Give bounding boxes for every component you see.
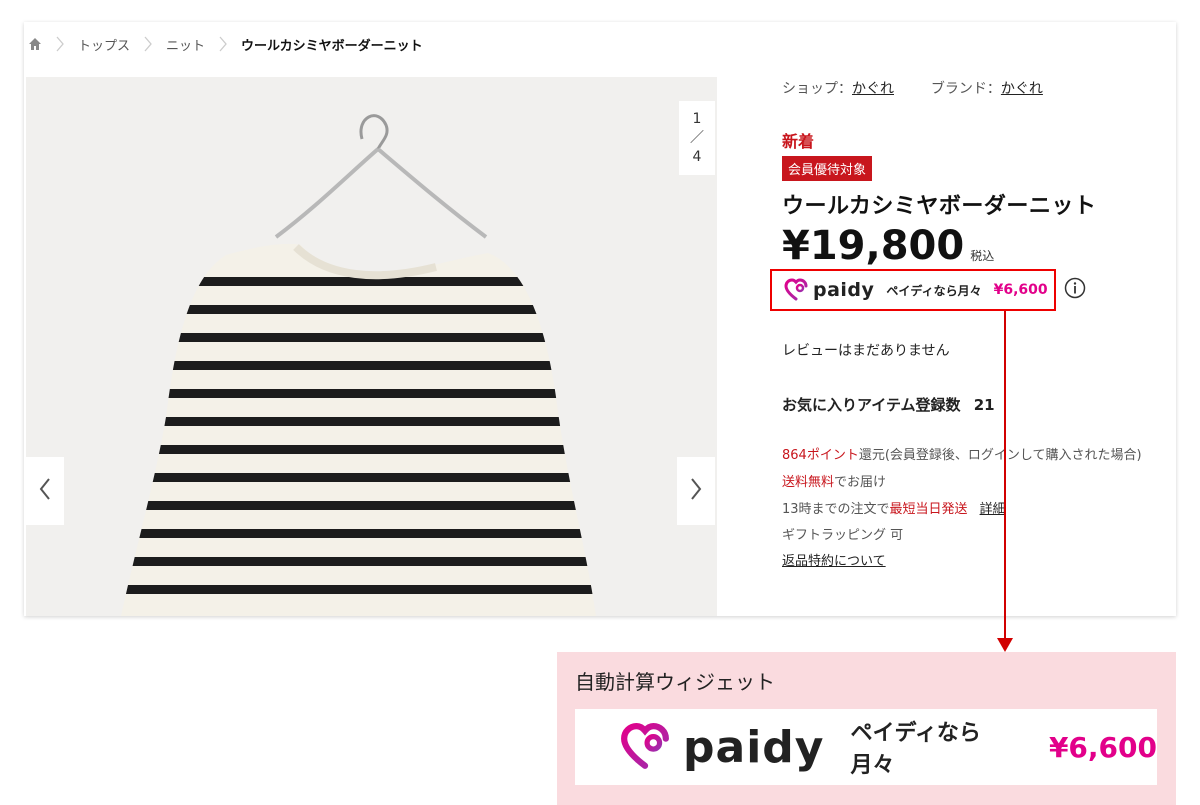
shop-brand-line: ショップ：かぐれ ブランド：かぐれ bbox=[782, 78, 1043, 98]
paidy-logo-text: paidy bbox=[813, 279, 875, 301]
product-title: ウールカシミヤボーダーニット bbox=[782, 194, 1097, 219]
sameday-details-link[interactable]: 詳細 bbox=[980, 502, 1006, 517]
shop-label: ショップ： bbox=[782, 81, 852, 97]
paidy-monthly-amount: ¥6,600 bbox=[1048, 730, 1157, 764]
gift-wrapping: ギフトラッピング 可 bbox=[782, 528, 904, 543]
home-icon[interactable] bbox=[28, 37, 42, 51]
favorites-count: 21 bbox=[973, 396, 995, 414]
breadcrumb-item-tops[interactable]: トップス bbox=[78, 35, 130, 54]
breadcrumb-current: ウールカシミヤボーダーニット bbox=[241, 38, 423, 54]
widget-title: 自動計算ウィジェット bbox=[575, 670, 775, 694]
callout-arrow-head bbox=[997, 638, 1013, 652]
tax-label: 税込 bbox=[970, 249, 995, 263]
paidy-logo-icon bbox=[617, 722, 673, 772]
info-icon[interactable] bbox=[1064, 277, 1086, 299]
callout-connector-line bbox=[1004, 311, 1006, 641]
widget-paidy-preview: paidy ペイディなら月々 ¥6,600 bbox=[575, 709, 1157, 785]
counter-separator: ／ bbox=[690, 129, 704, 146]
chevron-right-icon bbox=[688, 476, 704, 506]
free-shipping: 送料無料 bbox=[782, 475, 835, 490]
chevron-right-icon bbox=[217, 34, 229, 54]
favorites-label: お気に入りアイテム登録数 bbox=[782, 396, 961, 414]
paidy-widget[interactable]: paidy ペイディなら月々 ¥6,600 bbox=[770, 269, 1056, 311]
paidy-monthly-amount: ¥6,600 bbox=[993, 282, 1048, 298]
sameday-shipping: 最短当日発送 bbox=[889, 502, 968, 517]
shipping-note: でお届け bbox=[834, 475, 887, 490]
review-status: レビューはまだありません bbox=[782, 343, 950, 359]
product-image-gallery[interactable]: 1 ／ 4 bbox=[26, 77, 717, 616]
next-image-button[interactable] bbox=[677, 457, 715, 525]
brand-link[interactable]: かぐれ bbox=[1001, 81, 1043, 97]
paidy-logo-text: paidy bbox=[683, 721, 825, 773]
paidy-monthly-text: ペイディなら月々 bbox=[850, 721, 981, 778]
product-image bbox=[26, 77, 717, 616]
prev-image-button[interactable] bbox=[26, 457, 64, 525]
points-note: 還元(会員登録後、ログインして購入された場合) bbox=[858, 448, 1142, 463]
product-info: ショップ：かぐれ ブランド：かぐれ 新着 会員優待対象 ウールカシミヤボーダーニ… bbox=[770, 22, 1172, 616]
counter-current: 1 bbox=[692, 110, 702, 127]
paidy-monthly-text: ペイディなら月々 bbox=[886, 283, 982, 298]
sameday-line: 13時までの注文で最短当日発送 詳細 bbox=[782, 498, 1006, 517]
paidy-logo-icon bbox=[784, 278, 808, 302]
price: ¥19,800 bbox=[782, 223, 965, 269]
brand-label: ブランド： bbox=[930, 81, 1001, 97]
counter-total: 4 bbox=[692, 148, 702, 165]
shop-link[interactable]: かぐれ bbox=[852, 81, 894, 97]
returns-policy-link[interactable]: 返品特約について bbox=[782, 550, 886, 569]
chevron-right-icon bbox=[54, 34, 66, 54]
new-label: 新着 bbox=[782, 132, 815, 151]
shipping-line: 送料無料でお届け bbox=[782, 471, 886, 490]
auto-calc-widget-callout: 自動計算ウィジェット paidy ペイディなら月々 ¥6,600 bbox=[557, 652, 1176, 805]
sameday-prefix: 13時までの注文で bbox=[782, 502, 890, 517]
chevron-left-icon bbox=[37, 476, 53, 506]
favorites-count-line: お気に入りアイテム登録数 21 bbox=[782, 394, 995, 415]
image-counter: 1 ／ 4 bbox=[679, 101, 715, 175]
breadcrumb: トップス ニット ウールカシミヤボーダーニット bbox=[28, 34, 423, 54]
chevron-right-icon bbox=[142, 34, 154, 54]
member-badge: 会員優待対象 bbox=[782, 156, 873, 181]
price-row: ¥19,800 税込 bbox=[782, 222, 994, 270]
points-line: 864ポイント還元(会員登録後、ログインして購入された場合) bbox=[782, 444, 1142, 463]
breadcrumb-item-knit[interactable]: ニット bbox=[166, 35, 205, 54]
points-value: 864ポイント bbox=[782, 448, 859, 463]
